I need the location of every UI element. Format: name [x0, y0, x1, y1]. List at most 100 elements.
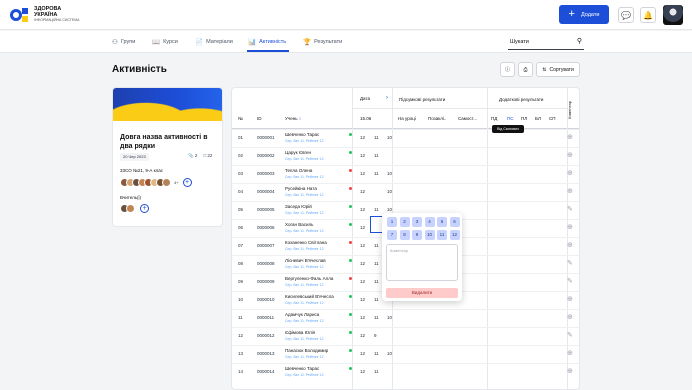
grade-cell[interactable]: 11	[374, 207, 379, 212]
student-name[interactable]: Коханенко Світлана	[285, 240, 327, 245]
edit-icon[interactable]: ✎	[567, 331, 573, 339]
grade-cell[interactable]: 11	[374, 171, 379, 176]
grade-cell[interactable]: 10	[387, 315, 392, 320]
user-avatar[interactable]	[663, 5, 683, 25]
grade-option[interactable]: 9	[412, 230, 422, 240]
grade-cell[interactable]: 12	[360, 153, 365, 158]
grade-cell[interactable]: 12	[360, 171, 365, 176]
comment-field[interactable]: Коментар	[386, 244, 458, 281]
print-icon[interactable]: ⎙	[518, 62, 533, 77]
grade-cell[interactable]: 10	[387, 189, 392, 194]
grade-cell[interactable]: 12	[360, 369, 365, 374]
grade-cell[interactable]: 11	[374, 279, 379, 284]
status-dot	[349, 169, 352, 172]
row-no: 12	[238, 333, 244, 338]
logo[interactable]: ЗДОРОВА УКРАЇНА ІНФОРМАЦІЙНА СИСТЕМА	[10, 5, 80, 25]
grade-option[interactable]: 7	[387, 230, 397, 240]
grade-cell[interactable]: 11	[374, 315, 379, 320]
chevron-right-icon[interactable]: ›	[386, 95, 388, 101]
bell-icon[interactable]: 🔔	[640, 7, 656, 23]
grade-cell[interactable]: 11	[374, 351, 379, 356]
grade-cell[interactable]: 12	[360, 279, 365, 284]
grade-option[interactable]: 3	[412, 217, 422, 227]
grade-cell[interactable]: 10	[387, 207, 392, 212]
grade-cell[interactable]: 10	[387, 135, 392, 140]
sort-icon: ↕	[298, 116, 302, 121]
grade-cell[interactable]: 11	[374, 135, 379, 140]
grade-cell[interactable]: 12	[360, 315, 365, 320]
add-comment-icon[interactable]: ⊕	[567, 133, 573, 141]
add-comment-icon[interactable]: ⊕	[567, 151, 573, 159]
grade-cell[interactable]: 11	[374, 243, 379, 248]
grade-cell[interactable]: 11	[374, 369, 379, 374]
student-name[interactable]: Хоган Василь	[285, 222, 313, 227]
grade-cell[interactable]: 12	[360, 207, 365, 212]
add-student-button[interactable]: +	[182, 178, 192, 187]
add-comment-icon[interactable]: ⊕	[567, 349, 573, 357]
grade-cell[interactable]: 12	[360, 225, 365, 230]
add-comment-icon[interactable]: ⊕	[567, 295, 573, 303]
tab-groups[interactable]: ⚇ Групи	[112, 38, 135, 46]
grade-cell[interactable]: 10	[387, 351, 392, 356]
grade-cell[interactable]: 12	[360, 297, 365, 302]
student-name[interactable]: Шевченко Тарас	[285, 366, 319, 371]
grade-option[interactable]: 8	[399, 230, 410, 240]
add-teacher-button[interactable]: +	[140, 204, 149, 213]
student-name[interactable]: Заседа Юрій	[285, 204, 312, 209]
search-input[interactable]: Шукати ⚲	[508, 36, 584, 50]
grade-cell[interactable]: 11	[374, 261, 379, 266]
grade-cell[interactable]: 11	[374, 153, 379, 158]
add-comment-icon[interactable]: ⊕	[567, 367, 573, 375]
delete-button[interactable]: Видалити	[386, 288, 458, 298]
add-comment-icon[interactable]: ⊕	[567, 223, 573, 231]
student-name[interactable]: Вергуленко-Фаль Алла	[285, 276, 333, 281]
add-comment-icon[interactable]: ⊕	[567, 169, 573, 177]
grade-option[interactable]: 1	[387, 217, 397, 227]
tab-materials[interactable]: 📄 Матеріали	[195, 38, 233, 46]
activity-card: Довга назва активності в два рядки 20 Че…	[112, 87, 223, 227]
tab-results[interactable]: 🏆 Результати	[303, 38, 342, 46]
tab-courses[interactable]: 📖 Курси	[152, 38, 178, 46]
info-icon[interactable]: ⓘ	[500, 62, 515, 77]
student-name[interactable]: Шевченко Тарас	[285, 132, 319, 137]
chat-icon[interactable]: 💬	[618, 7, 634, 23]
col-student[interactable]: Учень ↕	[285, 116, 301, 121]
student-name[interactable]: Тепла Олена	[285, 168, 312, 173]
grade-option[interactable]: 11	[437, 230, 447, 240]
edit-icon[interactable]: ✎	[567, 259, 573, 267]
student-name[interactable]: Кисилевський В'ячесла	[285, 294, 334, 299]
student-name[interactable]: Лісневич В'ячеслав	[285, 258, 326, 263]
more-count: 4+	[174, 180, 179, 185]
add-comment-icon[interactable]: ⊕	[567, 241, 573, 249]
sort-button[interactable]: ⇅ Сортувати	[536, 62, 580, 77]
student-name[interactable]: Адамчук Лариса	[285, 312, 319, 317]
grade-cell[interactable]: 11	[374, 297, 379, 302]
grade-cell[interactable]: 10	[387, 171, 392, 176]
student-name[interactable]: Русейкіна Ната	[285, 186, 317, 191]
grade-cell[interactable]: 12	[360, 135, 365, 140]
edit-icon[interactable]: ✎	[567, 277, 573, 285]
table-row: 03 0000003 Тепла Олена Сер. бал 11, Рейтинг…	[232, 165, 579, 183]
student-name[interactable]: Єфімова Юлія	[285, 330, 315, 335]
edit-icon[interactable]: ✎	[567, 205, 573, 213]
student-name[interactable]: Царук Євген	[285, 150, 311, 155]
grade-cell[interactable]: 12	[360, 189, 365, 194]
grade-option[interactable]: 6	[449, 217, 460, 227]
add-button[interactable]: + Додати	[559, 5, 609, 24]
grade-cell[interactable]: 12	[360, 351, 365, 356]
grade-cell[interactable]: 12	[360, 261, 365, 266]
tab-activity[interactable]: 📊 Активність	[248, 38, 286, 46]
student-name[interactable]: Панасюк Володимир	[285, 348, 328, 353]
teachers-label: Вчитель(і)	[120, 195, 142, 200]
grade-option[interactable]: 4	[424, 217, 435, 227]
grade-option[interactable]: 12	[449, 230, 460, 240]
add-comment-icon[interactable]: ⊕	[567, 313, 573, 321]
grade-cell[interactable]: 12	[360, 243, 365, 248]
book-icon: 📖	[152, 39, 161, 46]
grade-option[interactable]: 10	[424, 230, 435, 240]
grade-cell[interactable]: 9	[374, 333, 377, 338]
grade-option[interactable]: 2	[399, 217, 410, 227]
grade-option[interactable]: 5	[437, 217, 447, 227]
grade-cell[interactable]: 12	[360, 333, 365, 338]
add-comment-icon[interactable]: ⊕	[567, 187, 573, 195]
